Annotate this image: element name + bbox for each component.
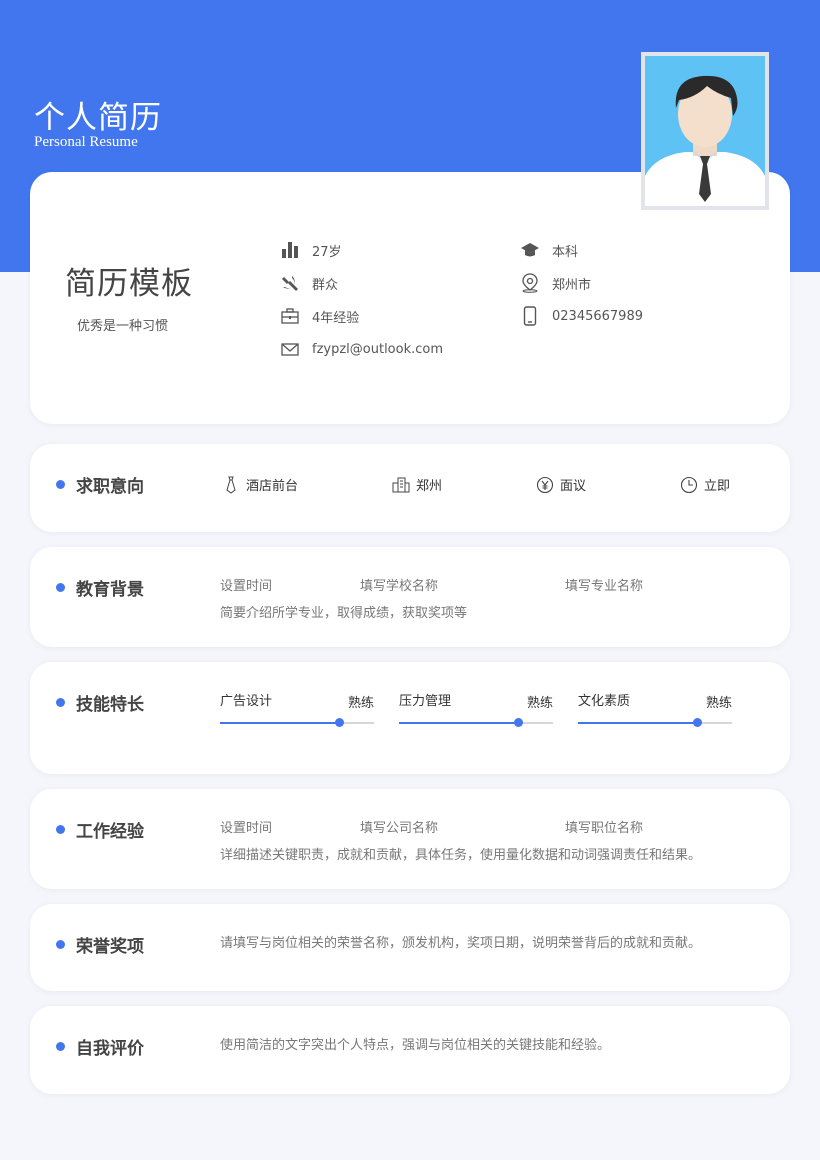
education-school: 填写学校名称 — [360, 579, 439, 594]
work-description: 详细描述关键职责，成就和贡献，具体任务，使用量化数据和动词强调责任和结果。 — [220, 848, 702, 863]
self-evaluation-description: 使用简洁的文字突出个人特点，强调与岗位相关的关键技能和经验。 — [220, 1038, 611, 1053]
tie-icon — [222, 476, 240, 494]
education-description: 简要介绍所学专业，取得成绩，获取奖项等 — [220, 606, 468, 621]
envelope-icon — [280, 339, 300, 359]
education-info: 本科 — [520, 240, 578, 260]
section-title-skills: 技能特长 — [56, 690, 144, 715]
skill-progress-track — [220, 718, 374, 727]
bullet-dot — [56, 480, 65, 489]
city-info: 郑州市 — [520, 273, 591, 293]
intent-availability: 立即 — [680, 475, 730, 494]
skill-name: 广告设计 — [220, 694, 273, 709]
resume-title: 个人简历 — [34, 100, 162, 136]
phone-value[interactable]: 02345667989 — [552, 309, 643, 324]
section-title-honors: 荣誉奖项 — [56, 932, 144, 957]
bullet-dot — [56, 825, 65, 834]
location-pin-icon — [520, 273, 540, 293]
yen-icon — [536, 476, 554, 494]
work-company: 填写公司名称 — [360, 821, 439, 836]
work-position: 填写职位名称 — [565, 821, 644, 836]
graduation-cap-icon — [520, 240, 540, 260]
skill-progress-knob — [334, 718, 344, 727]
skill-progress-track — [399, 718, 553, 727]
education-time: 设置时间 — [220, 579, 273, 594]
section-title-education: 教育背景 — [56, 575, 144, 600]
section-title-work: 工作经验 — [56, 817, 144, 842]
skill-progress-fill — [399, 722, 518, 724]
bullet-dot — [56, 698, 65, 707]
bullet-dot — [56, 940, 65, 949]
skill-name: 文化素质 — [578, 694, 631, 709]
skill-progress-track — [578, 718, 732, 727]
job-intent-card: 求职意向 酒店前台 郑州 面议 立即 — [30, 444, 790, 532]
section-title-self-evaluation: 自我评价 — [56, 1034, 144, 1059]
clock-icon — [680, 476, 698, 494]
skill-level: 熟练 — [705, 696, 732, 711]
age-value: 27岁 — [312, 244, 342, 260]
experience-info: 4年经验 — [280, 306, 359, 326]
education-major: 填写专业名称 — [565, 579, 644, 594]
resume-subtitle: Personal Resume — [34, 134, 138, 150]
self-evaluation-card: 自我评价 使用简洁的文字突出个人特点，强调与岗位相关的关键技能和经验。 — [30, 1006, 790, 1094]
email-value[interactable]: fzypzl@outlook.com — [312, 342, 443, 357]
city-value: 郑州市 — [552, 277, 592, 293]
building-icon — [392, 476, 410, 494]
intent-city: 郑州 — [392, 475, 442, 494]
politics-info: 群众 — [280, 273, 338, 293]
education-card: 教育背景 设置时间 填写学校名称 填写专业名称 简要介绍所学专业，取得成绩，获取… — [30, 547, 790, 647]
bullet-dot — [56, 583, 65, 592]
intent-position: 酒店前台 — [222, 475, 298, 494]
phone-info[interactable]: 02345667989 — [520, 306, 643, 326]
skill-progress-fill — [220, 722, 339, 724]
phone-icon — [520, 306, 540, 326]
honors-card: 荣誉奖项 请填写与岗位相关的荣誉名称，颁发机构，奖项日期，说明荣誉背后的成就和贡… — [30, 904, 790, 991]
age-info: 27岁 — [280, 240, 342, 260]
skill-name: 压力管理 — [399, 694, 452, 709]
section-title-intent: 求职意向 — [56, 472, 144, 497]
hammer-sickle-icon — [280, 273, 300, 293]
email-info[interactable]: fzypzl@outlook.com — [280, 339, 443, 359]
work-experience-card: 工作经验 设置时间 填写公司名称 填写职位名称 详细描述关键职责，成就和贡献，具… — [30, 789, 790, 889]
skill-level: 熟练 — [526, 696, 553, 711]
skill-progress-fill — [578, 722, 697, 724]
skill-level: 熟练 — [347, 696, 374, 711]
skills-card: 技能特长 广告设计 熟练 压力管理 熟练 文化素质 熟练 — [30, 662, 790, 774]
skill-progress-knob — [692, 718, 702, 727]
work-time: 设置时间 — [220, 821, 273, 836]
briefcase-icon — [280, 306, 300, 326]
skill-progress-knob — [513, 718, 523, 727]
candidate-motto: 优秀是一种习惯 — [77, 319, 169, 334]
avatar-photo — [641, 52, 769, 210]
experience-value: 4年经验 — [312, 310, 360, 326]
candidate-name: 简历模板 — [65, 266, 193, 302]
bullet-dot — [56, 1042, 65, 1051]
politics-value: 群众 — [312, 277, 339, 293]
honors-description: 请填写与岗位相关的荣誉名称，颁发机构，奖项日期，说明荣誉背后的成就和贡献。 — [220, 936, 702, 951]
bar-chart-icon — [280, 240, 300, 260]
education-value: 本科 — [552, 244, 579, 260]
intent-salary: 面议 — [536, 475, 586, 494]
